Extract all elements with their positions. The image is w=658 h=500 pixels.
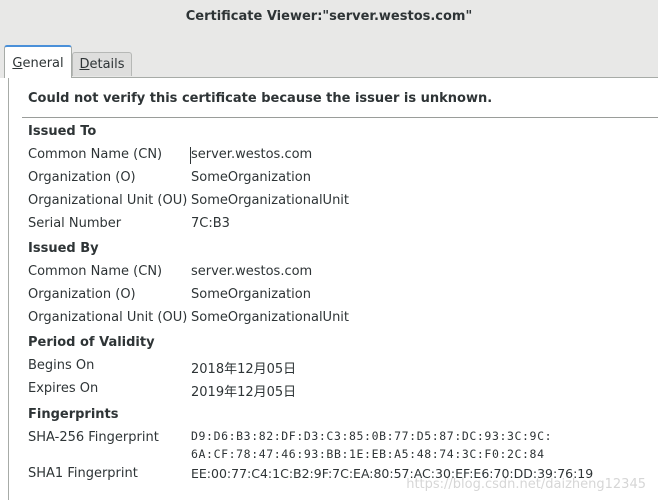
issued-by-cn-value[interactable]: server.westos.com [191,264,312,279]
begins-on-value[interactable]: 2018年12月05日 [191,358,296,377]
text-cursor [190,147,191,164]
tab-details-mnemonic: D [79,57,90,72]
issued-to-cn-value[interactable]: server.westos.com [191,147,312,162]
issued-by-ou-label: Organizational Unit (OU) [28,310,188,325]
expires-on-label: Expires On [28,381,99,396]
sha1-label: SHA1 Fingerprint [28,466,138,481]
issued-to-o-value[interactable]: SomeOrganization [191,170,311,185]
issued-by-heading: Issued By [28,241,99,256]
issued-by-o-label: Organization (O) [28,287,136,302]
issued-to-ou-label: Organizational Unit (OU) [28,193,188,208]
tab-details[interactable]: Details [72,52,132,76]
tab-general-mnemonic: G [12,56,23,71]
issued-by-ou-value[interactable]: SomeOrganizationalUnit [191,310,349,325]
issued-to-o-label: Organization (O) [28,170,136,185]
tab-details-label: etails [89,57,125,72]
issued-to-ou-value[interactable]: SomeOrganizationalUnit [191,193,349,208]
begins-on-label: Begins On [28,358,95,373]
serial-number-label: Serial Number [28,216,122,231]
sha256-value-line2[interactable]: 6A:CF:78:47:46:93:BB:1E:EB:A5:48:74:3C:F… [191,445,545,463]
window-title: Certificate Viewer:"server.westos.com" [185,9,473,24]
issued-to-cn-label: Common Name (CN) [28,147,163,162]
sha256-value-line1[interactable]: D9:D6:B3:82:DF:D3:C3:85:0B:77:D5:87:DC:9… [191,427,552,445]
fingerprints-heading: Fingerprints [28,407,119,422]
watermark: https://blog.csdn.net/daizheng12345 [406,477,646,492]
expires-on-value[interactable]: 2019年12月05日 [191,381,296,400]
serial-number-value[interactable]: 7C:B3 [191,216,230,231]
issued-by-o-value[interactable]: SomeOrganization [191,287,311,302]
issued-by-cn-label: Common Name (CN) [28,264,163,279]
validity-heading: Period of Validity [28,335,155,350]
tab-general[interactable]: General [4,45,72,78]
issued-to-heading: Issued To [28,124,97,139]
separator [22,117,658,118]
tab-general-label: eneral [22,56,64,71]
title-bar: Certificate Viewer:"server.westos.com" [0,0,658,38]
sha256-label: SHA-256 Fingerprint [28,430,159,445]
verification-warning: Could not verify this certificate becaus… [28,91,493,106]
